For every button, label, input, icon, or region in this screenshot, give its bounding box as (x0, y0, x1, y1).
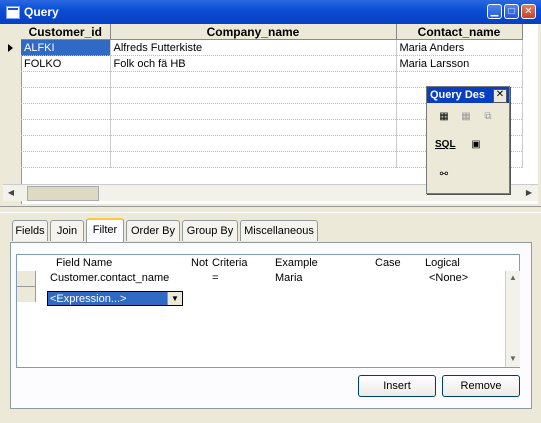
output-icon[interactable]: ▣ (467, 137, 485, 153)
filter-vertical-scrollbar[interactable]: ▲ ▼ (505, 271, 520, 367)
column-header-contact-name[interactable]: Contact_name (396, 24, 523, 40)
column-header-customer-id[interactable]: Customer_id (21, 24, 111, 40)
sql-icon[interactable]: SQL (435, 137, 456, 153)
table-row[interactable]: ALFKI Alfreds Futterkiste Maria Anders (21, 39, 523, 56)
scroll-thumb[interactable] (27, 186, 99, 201)
close-button[interactable]: ✕ (521, 4, 536, 19)
minimize-button[interactable]: ▁ (487, 4, 502, 19)
filter-criteria-cell[interactable]: = (212, 272, 218, 284)
header-not: Not (191, 257, 209, 269)
scroll-right-icon[interactable]: ▶ (523, 187, 535, 199)
scroll-left-icon[interactable]: ◀ (5, 187, 17, 199)
expression-select[interactable]: <Expression...> ▼ (47, 291, 183, 306)
grid-cell[interactable]: FOLKO (21, 55, 111, 72)
tab-join[interactable]: Join (50, 220, 84, 241)
tab-order-by[interactable]: Order By (126, 220, 180, 241)
header-criteria: Criteria (212, 257, 248, 269)
current-row-icon (8, 44, 13, 52)
expression-select-value: <Expression...> (50, 293, 127, 305)
chevron-down-icon[interactable]: ▼ (167, 292, 182, 305)
grid-cell[interactable]: Alfreds Futterkiste (110, 39, 397, 56)
filter-field-name-cell[interactable]: Customer.contact_name (50, 272, 169, 284)
relations-icon[interactable]: ⧉ (479, 109, 497, 125)
filter-example-cell[interactable]: Maria (275, 272, 303, 284)
scroll-up-icon[interactable]: ▲ (507, 272, 519, 284)
filter-row-header[interactable] (17, 271, 36, 287)
scroll-down-icon[interactable]: ▼ (507, 353, 519, 365)
grid-header-row: Customer_id Company_name Contact_name (21, 24, 523, 40)
header-example: Example (275, 257, 318, 269)
maximize-button[interactable]: □ (504, 4, 519, 19)
add-table-icon[interactable]: ▦ (435, 109, 453, 125)
tab-filter[interactable]: Filter (86, 218, 124, 242)
table-row[interactable]: FOLKO Folk och fä HB Maria Larsson (21, 55, 523, 72)
tab-group-by[interactable]: Group By (182, 220, 238, 241)
table-icon (6, 6, 20, 19)
column-header-company-name[interactable]: Company_name (110, 24, 397, 40)
filter-logical-cell[interactable]: <None> (429, 272, 468, 284)
grid-cell[interactable]: Maria Anders (396, 39, 523, 56)
window-title: Query (24, 5, 59, 19)
header-field-name: Field Name (56, 257, 113, 269)
query-options-icon[interactable]: ⚯ (435, 167, 453, 183)
toolbar-close-button[interactable]: ✕ (493, 89, 507, 103)
header-case: Case (375, 257, 401, 269)
grid-cell[interactable]: ALFKI (21, 39, 111, 56)
pane-splitter[interactable] (0, 206, 541, 213)
grid-cell[interactable]: Folk och fä HB (110, 55, 397, 72)
title-bar: Query ▁ □ ✕ (0, 0, 541, 24)
query-designer-toolbar: Query Des ✕ ▦ ▦ ⧉ SQL ▣ ⚯ (426, 86, 510, 194)
tab-miscellaneous[interactable]: Miscellaneous (240, 220, 318, 241)
header-logical: Logical (425, 257, 460, 269)
tab-fields[interactable]: Fields (12, 220, 48, 241)
grid-cell[interactable]: Maria Larsson (396, 55, 523, 72)
query-window: Query ▁ □ ✕ Customer_id Company_name Con… (0, 0, 541, 423)
remove-table-icon[interactable]: ▦ (457, 109, 475, 125)
insert-button[interactable]: Insert (358, 375, 436, 397)
filter-row-header[interactable] (17, 287, 36, 302)
remove-button[interactable]: Remove (442, 375, 520, 397)
